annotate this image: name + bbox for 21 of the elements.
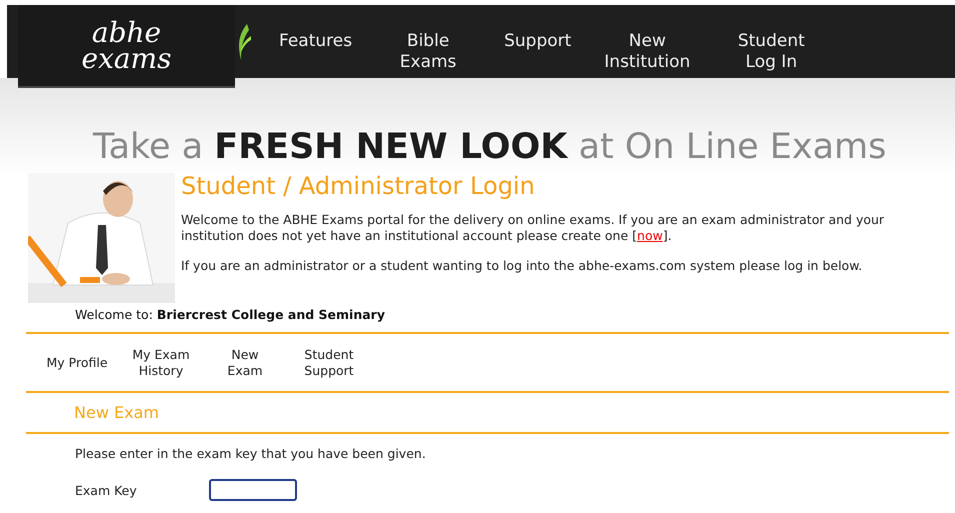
field-label: Exam Key [75,482,138,498]
menu-tab[interactable]: New Exam [214,347,276,379]
section-title: New Exam [73,402,160,424]
menu-tab[interactable]: My Profile [46,355,108,371]
menu-tab[interactable]: My Exam History [130,347,192,379]
nav-link[interactable]: Student Log In [709,31,834,73]
create-account-link[interactable]: now [637,228,663,243]
login-title: Student / Administrator Login [181,172,536,200]
login-note: If you are an administrator or a student wanting to log into the abhe-exams.com system please log in below. [181,258,864,274]
nav-link[interactable]: New Institution [585,31,710,73]
headline: Take a FRESH NEW LOOK at On Line Exams [93,127,886,167]
logo[interactable]: abhe exams [56,20,196,72]
nav-link[interactable]: Features [265,31,366,73]
welcome-text: Welcome to: Briercrest College and Seminary [75,307,386,322]
exam-key-field[interactable] [209,479,297,501]
instruction-text: Please enter in the exam key that you have been given. [75,446,427,461]
menu-tab[interactable]: Student Support [298,347,360,379]
nav-link[interactable]: Support [490,31,586,73]
nav-link[interactable]: Bible Exams [366,31,490,73]
intro-paragraph: Welcome to the ABHE Exams portal for the delivery on online exams. If you are an exam administrator and your institution does not yet have an institutional account please create one [now]. [181,212,886,244]
leaf-icon [237,23,251,61]
